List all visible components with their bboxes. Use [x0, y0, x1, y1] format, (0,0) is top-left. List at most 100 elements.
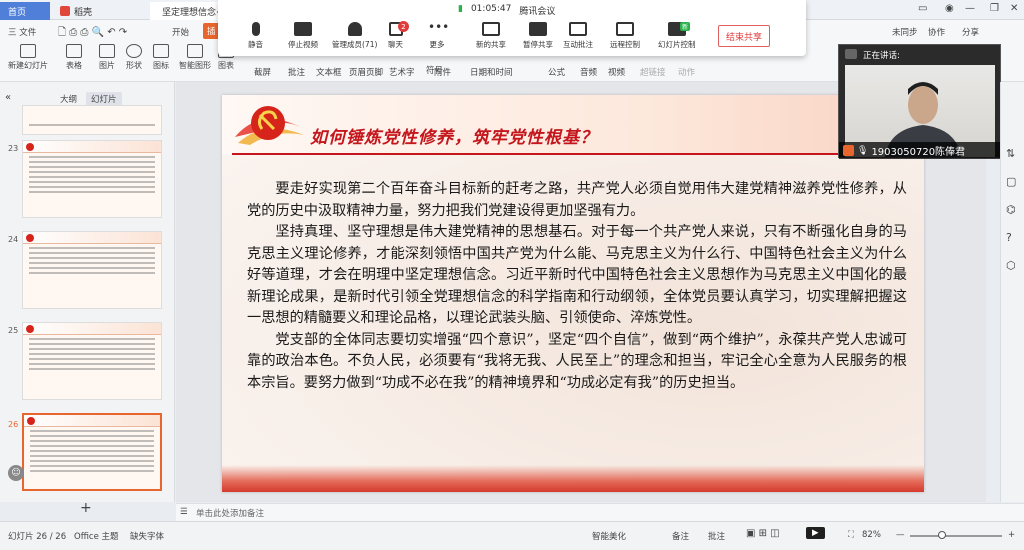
speaker-name-bar: 🎙 1903050720陈俸君 — [839, 142, 1002, 159]
notes-collapse-icon[interactable]: ☰ — [180, 507, 188, 517]
mute-label: 静音 — [248, 40, 263, 49]
smart-graphic-label: 智能图形 — [179, 61, 211, 70]
theme-name[interactable]: Office 主题 — [74, 530, 119, 542]
header-footer-button[interactable]: 页眉页脚 — [349, 66, 383, 78]
quick-access-icons[interactable]: 🗋 ⎙ ⎙ 🔍 ↶ ↷ — [58, 25, 127, 42]
zoom-slider[interactable] — [910, 531, 1002, 539]
new-share-label: 新的共享 — [476, 40, 506, 49]
zoom-in-icon[interactable]: + — [1008, 530, 1015, 540]
table-button[interactable]: 表格 — [66, 44, 82, 71]
tab-daoke[interactable]: 稻壳 — [52, 2, 132, 20]
new-slide-button[interactable]: 新建幻灯片 — [8, 44, 48, 71]
restore-icon[interactable]: ❐ — [990, 3, 999, 14]
textbox-button[interactable]: 文本框 — [316, 66, 342, 78]
tab-document[interactable]: 坚定理想信念·锤... — [150, 2, 236, 20]
speaker-name: 1903050720陈俸君 — [871, 147, 966, 158]
manage-members-label: 管理成员(71) — [332, 40, 378, 49]
add-slide-button[interactable]: + — [80, 500, 92, 516]
view-mode-icons[interactable]: ▣ ⊞ ◫ — [746, 528, 780, 539]
slide-thumbnail-24[interactable] — [22, 231, 162, 309]
shape-button[interactable]: 形状 — [126, 44, 142, 71]
cube-icon[interactable]: ⬡ — [1006, 259, 1016, 272]
slide-thumbnail-22[interactable] — [22, 105, 162, 135]
more-icon: ••• — [428, 20, 450, 34]
collab-button[interactable]: 协作 — [928, 26, 945, 38]
party-emblem-icon — [235, 106, 304, 145]
minimize-icon[interactable]: — — [965, 3, 975, 14]
camera-icon — [294, 22, 312, 36]
slide-number: 24 — [8, 235, 19, 244]
slide-thumbnail-25[interactable] — [22, 322, 162, 400]
slide-layout-icon[interactable]: ▢ — [1006, 175, 1016, 188]
emoji-icon[interactable]: ☺ — [8, 465, 24, 481]
annotate-button[interactable]: 批注 — [288, 66, 305, 78]
interactive-annotate-button[interactable]: 互动批注 — [563, 22, 593, 50]
audio-button[interactable]: 音频 — [580, 66, 597, 78]
slide-footer-band — [222, 465, 924, 492]
fit-window-icon[interactable]: ⛶ — [848, 530, 854, 540]
tab-home[interactable]: 首页 — [0, 2, 50, 20]
slide-counter: 幻灯片 26 / 26 — [8, 532, 67, 542]
pause-share-button[interactable]: 暂停共享 — [523, 22, 553, 50]
notes-placeholder[interactable]: 单击此处添加备注 — [196, 507, 264, 519]
file-menu[interactable]: 三 文件 — [8, 26, 36, 38]
slide-body-text[interactable]: 要走好实现第二个百年奋斗目标新的赶考之路，共产党人必须自觉用伟大建党精神滋养党性… — [247, 179, 907, 394]
current-slide[interactable]: 如何锤炼党性修养，筑牢党性根基？ 要走好实现第二个百年奋斗目标新的赶考之路，共产… — [222, 95, 924, 492]
remote-control-button[interactable]: 远程控制 — [610, 22, 640, 50]
action-button[interactable]: 动作 — [678, 66, 695, 78]
slide-number: 23 — [8, 144, 19, 153]
video-button[interactable]: 视频 — [608, 66, 625, 78]
notes-bar[interactable]: ☰ 单击此处添加备注 — [176, 503, 1024, 521]
slide-thumbnail-23[interactable] — [22, 140, 162, 218]
manage-members-button[interactable]: 管理成员(71) — [332, 22, 377, 50]
close-icon[interactable]: ✕ — [1010, 3, 1018, 14]
end-share-button[interactable]: 结束共享 — [718, 25, 770, 47]
screenshot-button[interactable]: 截屏 — [254, 66, 271, 78]
avatar[interactable]: ◉ — [945, 3, 954, 14]
icons-icon — [153, 44, 169, 58]
property-icon[interactable]: ⇅ — [1006, 147, 1015, 160]
slide-control-label: 幻灯片控制 — [658, 40, 696, 49]
picture-button[interactable]: 图片 — [99, 44, 115, 71]
mute-button[interactable]: 静音 — [248, 22, 263, 50]
slide-thumbnail-26-selected[interactable] — [22, 413, 162, 491]
slides-tab[interactable]: 幻灯片 — [86, 92, 122, 106]
sync-status[interactable]: 未同步 — [892, 26, 918, 38]
new-share-icon — [482, 22, 500, 36]
smart-beautify-button[interactable]: 智能美化 — [592, 530, 626, 542]
icon-button[interactable]: 图标 — [153, 44, 169, 71]
attachment-button[interactable]: 附件 — [434, 66, 451, 78]
members-icon — [347, 22, 362, 36]
table-label: 表格 — [66, 61, 82, 70]
comments-button[interactable]: 批注 — [708, 530, 725, 542]
missing-font-button[interactable]: 缺失字体 — [130, 530, 164, 542]
stop-video-button[interactable]: 停止视频 — [288, 22, 318, 50]
slide-number: 25 — [8, 326, 19, 335]
collapse-panel-icon[interactable]: « — [5, 92, 11, 103]
start-tab[interactable]: 开始 — [172, 26, 189, 38]
outline-tab[interactable]: 大纲 — [60, 93, 77, 105]
notes-button[interactable]: 备注 — [672, 530, 689, 542]
hyperlink-button[interactable]: 超链接 — [640, 66, 666, 78]
zoom-slider-handle[interactable] — [938, 531, 946, 539]
share-button[interactable]: 分享 — [962, 26, 979, 38]
mic-icon: 🎙 — [857, 145, 869, 156]
animation-icon[interactable]: ⌬ — [1006, 203, 1016, 216]
formula-button[interactable]: 公式 — [548, 66, 565, 78]
meeting-toolbar: ▮ 01:05:47 腾讯会议 静音 停止视频 管理成员(71) 聊天 2 ••… — [218, 0, 806, 56]
speaker-video[interactable]: 正在讲话: 🎙 1903050720陈俸君 — [838, 44, 1002, 159]
title-underline — [232, 153, 922, 155]
datetime-button[interactable]: 日期和时间 — [470, 66, 513, 78]
zoom-level[interactable]: 82% — [862, 530, 881, 540]
picture-icon — [99, 44, 115, 58]
meeting-app-name: 腾讯会议 — [519, 7, 556, 17]
slide-title: 如何锤炼党性修养，筑牢党性根基？ — [310, 128, 598, 148]
help-icon[interactable]: ? — [1006, 231, 1012, 244]
new-share-button[interactable]: 新的共享 — [476, 22, 506, 50]
smart-graphic-button[interactable]: 智能图形 — [179, 44, 211, 71]
art-text-button[interactable]: 艺术字 — [389, 66, 415, 78]
zoom-out-icon[interactable]: — — [896, 530, 905, 540]
more-button[interactable]: ••• 更多 — [428, 20, 450, 50]
layout-icon[interactable]: ▭ — [918, 3, 927, 14]
play-slideshow-button[interactable]: ▶ — [806, 527, 825, 539]
